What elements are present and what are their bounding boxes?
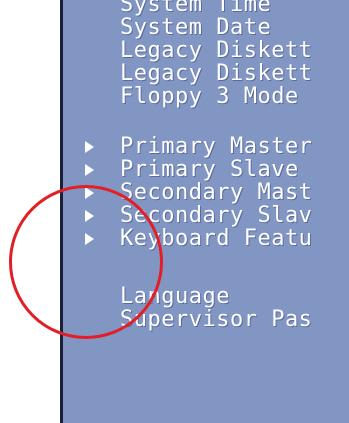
menu-item-supervisor-password[interactable]: Supervisor Pas <box>120 309 312 331</box>
menu-item-secondary-master[interactable]: Secondary Mast <box>120 182 312 204</box>
menu-item-keyboard-features[interactable]: Keyboard Featu <box>120 228 312 250</box>
submenu-arrow-icon <box>85 141 94 153</box>
submenu-arrow-icon <box>85 210 94 222</box>
submenu-arrow-icon <box>85 187 94 199</box>
menu-item-legacy-diskette-a[interactable]: Legacy Diskett <box>120 40 312 62</box>
menu-item-system-date[interactable]: System Date <box>120 17 271 39</box>
menu-item-secondary-slave[interactable]: Secondary Slav <box>120 205 312 227</box>
menu-item-legacy-diskette-b[interactable]: Legacy Diskett <box>120 63 312 85</box>
menu-item-system-time[interactable]: System Time <box>120 0 271 16</box>
submenu-arrow-icon <box>85 164 94 176</box>
menu-item-floppy-3-mode[interactable]: Floppy 3 Mode <box>120 86 299 108</box>
menu-item-language[interactable]: Language <box>120 286 230 308</box>
submenu-arrow-icon <box>85 233 94 245</box>
menu-item-primary-master[interactable]: Primary Master <box>120 136 312 158</box>
menu-item-primary-slave[interactable]: Primary Slave <box>120 159 299 181</box>
bios-main-panel: System Time System Date Legacy Diskett L… <box>60 0 349 423</box>
page-margin <box>0 0 60 423</box>
